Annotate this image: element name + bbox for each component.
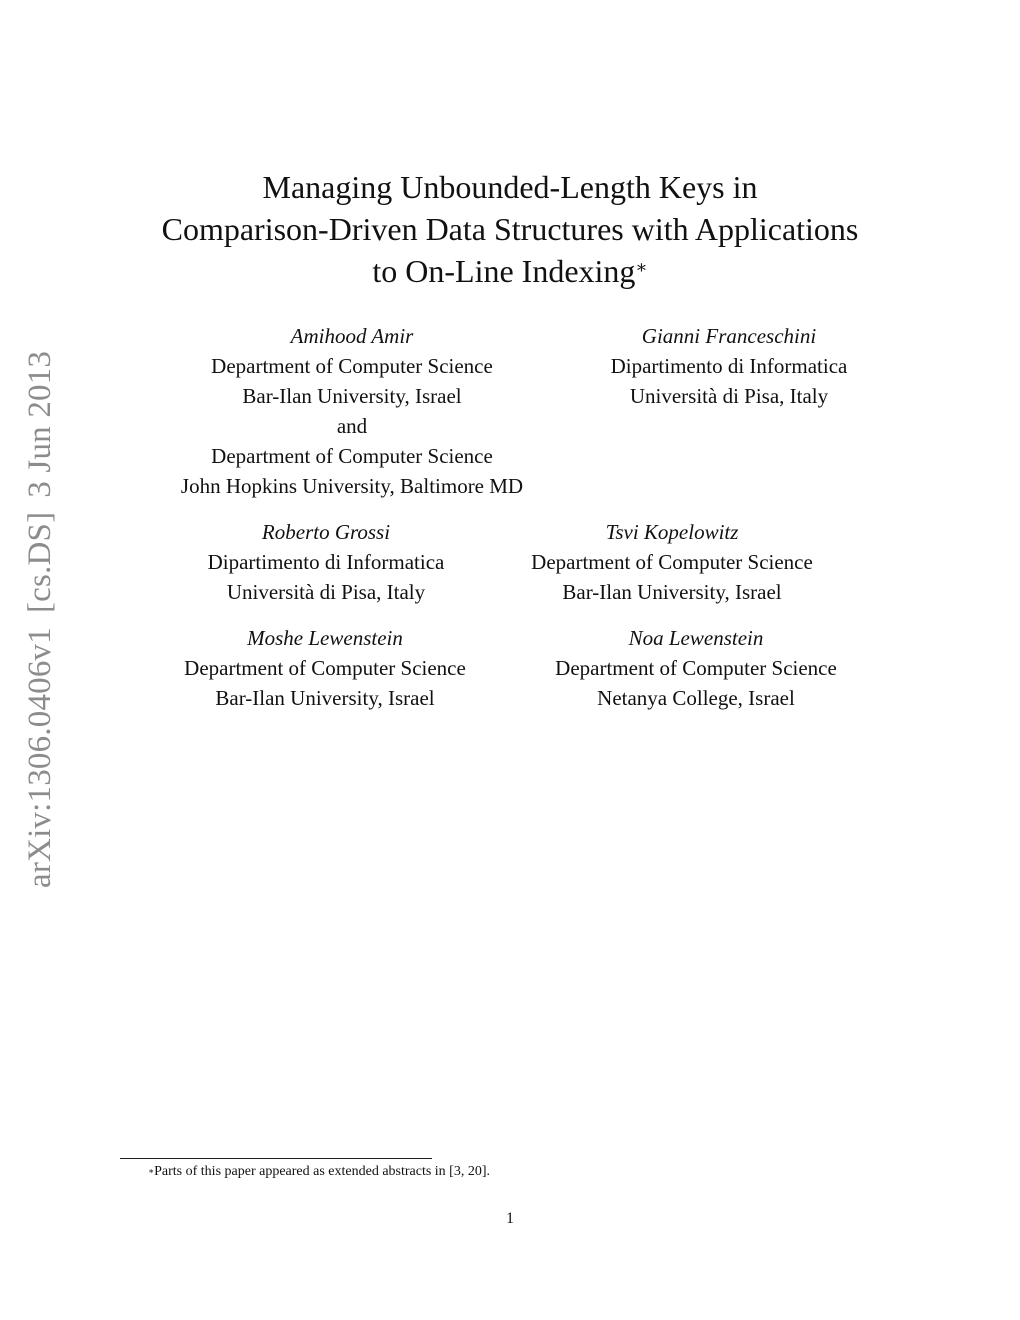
affiliation-line: Università di Pisa, Italy xyxy=(629,384,829,408)
author-block: Gianni Franceschini Dipartimento di Info… xyxy=(569,321,889,411)
affiliation-line: Dipartimento di Informatica xyxy=(207,550,445,574)
author-block: Noa Lewenstein Department of Computer Sc… xyxy=(536,623,856,713)
title-footnote-mark: ∗ xyxy=(635,257,648,277)
author-block: Moshe Lewenstein Department of Computer … xyxy=(165,623,485,713)
author-name: Tsvi Kopelowitz xyxy=(605,520,739,544)
footnote-text: Parts of this paper appeared as extended… xyxy=(154,1164,491,1179)
arxiv-date: 3 Jun 2013 xyxy=(22,350,58,498)
arxiv-id: arXiv:1306.0406v1 xyxy=(22,627,58,888)
affiliation-line: Netanya College, Israel xyxy=(597,686,795,710)
affiliation-line: John Hopkins University, Baltimore MD xyxy=(180,474,524,498)
affiliation-line: Department of Computer Science xyxy=(555,656,837,680)
author-name: Roberto Grossi xyxy=(261,520,391,544)
affiliation-line: Bar-Ilan University, Israel xyxy=(215,686,435,710)
affiliation-line: Bar-Ilan University, Israel xyxy=(562,580,782,604)
affiliation-line: Department of Computer Science xyxy=(184,656,466,680)
author-name: Noa Lewenstein xyxy=(628,626,764,650)
affiliation-line: Bar-Ilan University, Israel xyxy=(242,384,462,408)
page-number: 1 xyxy=(506,1210,514,1227)
affiliation-line: and xyxy=(336,414,368,438)
title-line: Managing Unbounded-Length Keys in xyxy=(262,169,758,205)
affiliation-line: Department of Computer Science xyxy=(211,354,493,378)
affiliation-line: Università di Pisa, Italy xyxy=(226,580,426,604)
footnote-mark: ∗ xyxy=(148,1166,155,1176)
author-block: Amihood Amir Department of Computer Scie… xyxy=(152,321,552,501)
affiliation-line: Dipartimento di Informatica xyxy=(610,354,848,378)
title-line: to On-Line Indexing∗ xyxy=(372,253,648,289)
author-block: Tsvi Kopelowitz Department of Computer S… xyxy=(512,517,832,607)
title-line: Comparison-Driven Data Structures with A… xyxy=(161,211,859,247)
arxiv-identifier-stamp: arXiv:1306.0406v1 [cs.DS] 3 Jun 2013 xyxy=(20,351,60,888)
author-block: Roberto Grossi Dipartimento di Informati… xyxy=(166,517,486,607)
author-name: Moshe Lewenstein xyxy=(247,626,403,650)
footnote-divider xyxy=(120,1158,432,1159)
affiliation-line: Department of Computer Science xyxy=(211,444,493,468)
author-name: Gianni Franceschini xyxy=(641,324,817,348)
paper-title: Managing Unbounded-Length Keys in Compar… xyxy=(0,166,1020,292)
author-name: Amihood Amir xyxy=(290,324,414,348)
arxiv-category: [cs.DS] xyxy=(22,511,58,614)
footnote: ∗Parts of this paper appeared as extende… xyxy=(148,1162,490,1182)
affiliation-line: Department of Computer Science xyxy=(531,550,813,574)
